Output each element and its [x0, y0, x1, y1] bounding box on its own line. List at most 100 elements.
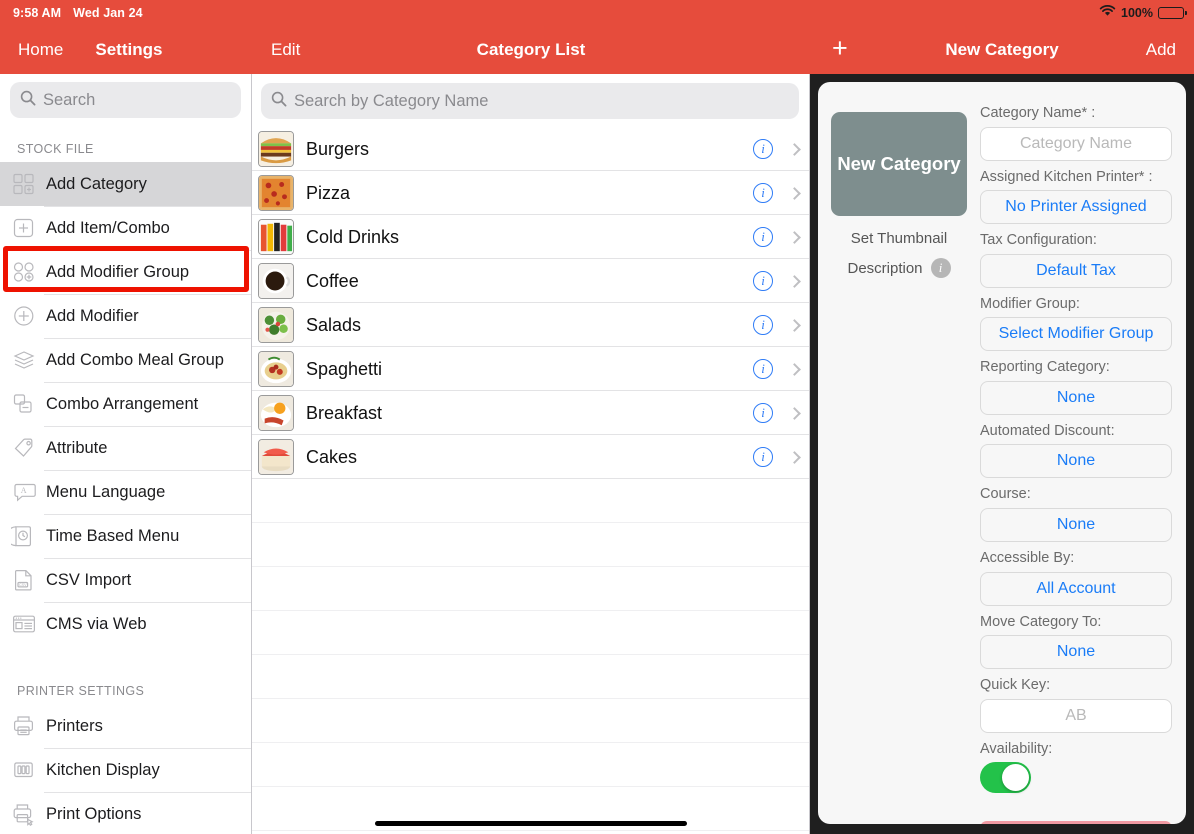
description-row: Description i [847, 258, 951, 278]
chevron-right-icon[interactable] [788, 362, 801, 376]
delete-category-button[interactable]: Delete Category [980, 821, 1172, 824]
row-actions: i [753, 227, 801, 247]
wifi-icon [1099, 4, 1116, 22]
field-value-reporting-category[interactable]: None [980, 380, 1172, 415]
info-circle-icon[interactable]: i [753, 271, 773, 291]
info-circle-icon[interactable]: i [753, 183, 773, 203]
search-icon [271, 91, 287, 112]
sidebar-item-combo-arrangement[interactable]: Combo Arrangement [0, 382, 251, 426]
sidebar-item-add-combo-meal-group[interactable]: Add Combo Meal Group [0, 338, 251, 382]
empty-list-row [252, 611, 809, 655]
sidebar-item-menu-language[interactable]: A Menu Language [0, 470, 251, 514]
sidebar-item-kitchen-display[interactable]: Kitchen Display [0, 748, 251, 792]
settings-sidebar: Search STOCK FILE Add Category Add Item/Co… [0, 74, 252, 834]
web-page-icon [11, 611, 37, 637]
sidebar-item-label: Attribute [46, 438, 108, 457]
field-label-reporting-category: Reporting Category: [980, 359, 1110, 376]
info-circle-icon[interactable]: i [753, 359, 773, 379]
category-row-breakfast[interactable]: Breakfast i [252, 391, 809, 435]
category-name: Breakfast [306, 402, 383, 423]
sidebar-item-add-modifier[interactable]: Add Modifier [0, 294, 251, 338]
info-circle-icon[interactable]: i [753, 447, 773, 467]
field-label-quick-key: Quick Key: [980, 677, 1051, 694]
field-value-tax-configuration[interactable]: Default Tax [980, 253, 1172, 288]
svg-text:A: A [21, 486, 27, 495]
category-row-cakes[interactable]: Cakes i [252, 435, 809, 479]
chevron-right-icon[interactable] [788, 406, 801, 420]
description-label: Description [847, 259, 923, 277]
category-thumbnail[interactable]: New Category [831, 112, 967, 216]
category-list-panel: Search by Category Name Burgers i Pizza i Co… [252, 74, 810, 834]
field-value-course[interactable]: None [980, 507, 1172, 542]
sidebar-search-container: Search [0, 74, 251, 126]
sidebar-item-attribute[interactable]: Attribute [0, 426, 251, 470]
category-row-cold-drinks[interactable]: Cold Drinks i [252, 215, 809, 259]
chevron-right-icon[interactable] [788, 142, 801, 156]
field-value-modifier-group[interactable]: Select Modifier Group [980, 317, 1172, 352]
edit-button[interactable]: Edit [271, 40, 300, 60]
sidebar-item-time-based-menu[interactable]: Time Based Menu [0, 514, 251, 558]
info-circle-icon[interactable]: i [753, 403, 773, 423]
plus-icon[interactable]: + [832, 35, 848, 62]
chevron-right-icon[interactable] [788, 230, 801, 244]
field-value-move-category-to[interactable]: None [980, 635, 1172, 670]
field-label-move-category-to: Move Category To: [980, 613, 1102, 630]
search-input[interactable]: Search [10, 82, 241, 118]
category-search-input[interactable]: Search by Category Name [261, 83, 799, 119]
category-row-spaghetti[interactable]: Spaghetti i [252, 347, 809, 391]
availability-toggle[interactable] [980, 762, 1031, 794]
sidebar-item-printers[interactable]: Printers [0, 704, 251, 748]
home-indicator [374, 821, 687, 826]
sidebar-item-label: CSV Import [46, 570, 132, 589]
sidebar-item-csv-import[interactable]: CSV CSV Import [0, 558, 251, 602]
info-circle-icon[interactable]: i [930, 258, 951, 278]
field-value-automated-discount[interactable]: None [980, 444, 1172, 479]
set-thumbnail-label[interactable]: Set Thumbnail [851, 230, 947, 247]
add-button[interactable]: Add [1146, 40, 1176, 60]
category-row-coffee[interactable]: Coffee i [252, 259, 809, 303]
search-icon [20, 90, 36, 111]
category-name: Coffee [306, 270, 359, 291]
sidebar-item-print-options[interactable]: Print Options [0, 792, 251, 834]
category-row-pizza[interactable]: Pizza i [252, 171, 809, 215]
status-date: Wed Jan 24 [73, 5, 143, 20]
empty-list-row [252, 567, 809, 611]
row-actions: i [753, 183, 801, 203]
chevron-right-icon[interactable] [788, 318, 801, 332]
info-circle-icon[interactable]: i [753, 227, 773, 247]
sidebar-item-add-modifier-group[interactable]: Add Modifier Group [0, 250, 251, 294]
chevron-right-icon[interactable] [788, 450, 801, 464]
field-input-category-name[interactable]: Category Name [980, 126, 1172, 161]
field-value-accessible-by[interactable]: All Account [980, 571, 1172, 606]
chevron-right-icon[interactable] [788, 274, 801, 288]
sidebar-item-label: Add Modifier Group [46, 262, 190, 281]
category-row-salads[interactable]: Salads i [252, 303, 809, 347]
status-bar: 9:58 AM Wed Jan 24 100% [0, 0, 1194, 25]
combo-meal-icon [11, 347, 37, 373]
category-list-title: Category List [476, 39, 586, 59]
info-circle-icon[interactable]: i [753, 315, 773, 335]
pizza-photo [258, 175, 294, 211]
sidebar-item-add-category[interactable]: Add Category [0, 162, 251, 206]
ipad-pos-screen: 9:58 AM Wed Jan 24 100% Home Settings Ed… [0, 0, 1194, 834]
battery-full-icon [1158, 6, 1187, 19]
availability-label: Availability: [980, 740, 1053, 757]
home-button[interactable]: Home [18, 40, 63, 60]
chevron-right-icon[interactable] [788, 186, 801, 200]
category-row-burgers[interactable]: Burgers i [252, 127, 809, 171]
sidebar-item-label: Kitchen Display [46, 760, 160, 779]
category-search-placeholder: Search by Category Name [294, 91, 489, 110]
sidebar-item-label: Combo Arrangement [46, 394, 199, 413]
svg-text:CSV: CSV [19, 583, 27, 587]
info-circle-icon[interactable]: i [753, 139, 773, 159]
modifier-group-icon [11, 259, 37, 285]
burger-photo [258, 131, 294, 167]
empty-list-row [252, 479, 809, 523]
field-value-assigned-kitchen-printer[interactable]: No Printer Assigned [980, 190, 1172, 225]
sidebar-item-label: Menu Language [46, 482, 166, 501]
empty-list-row [252, 743, 809, 787]
field-input-quick-key[interactable]: AB [980, 698, 1172, 733]
combo-arrangement-icon [11, 391, 37, 417]
sidebar-item-add-item-combo[interactable]: Add Item/Combo [0, 206, 251, 250]
sidebar-item-cms-via-web[interactable]: CMS via Web [0, 602, 251, 646]
